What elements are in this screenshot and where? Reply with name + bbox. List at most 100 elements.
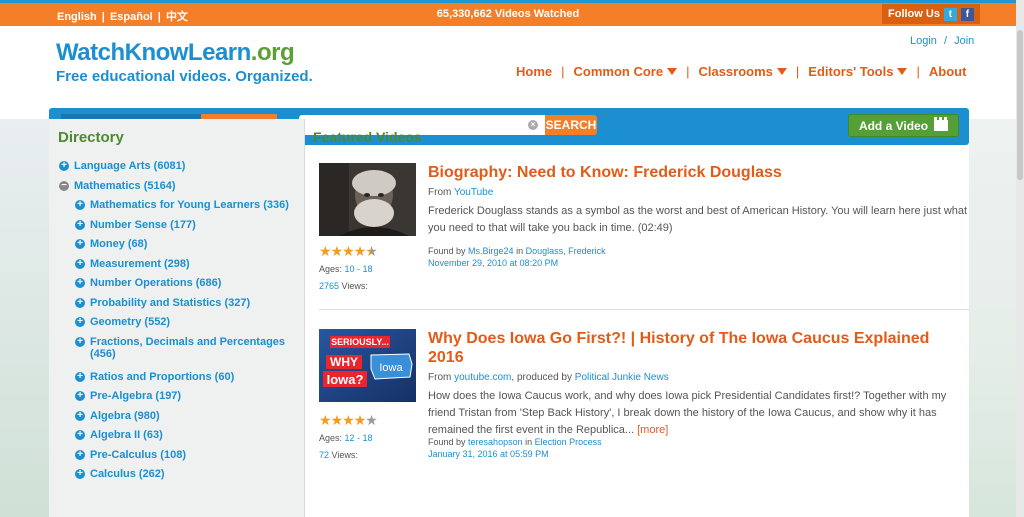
directory-item-math-young-learners[interactable]: + Mathematics for Young Learners (336) <box>59 199 299 219</box>
directory-item-probability-statistics[interactable]: + Probability and Statistics (327) <box>59 297 299 317</box>
producer-link[interactable]: Political Junkie News <box>575 372 669 383</box>
nav-separator: | <box>686 64 690 79</box>
expand-plus-icon[interactable]: + <box>75 219 85 230</box>
video-description-text: How does the Iowa Caucus work, and why d… <box>428 390 947 436</box>
star-icon: ★ <box>342 412 355 428</box>
category-link[interactable]: Election Process <box>535 437 602 447</box>
expand-plus-icon[interactable]: + <box>75 410 85 421</box>
in-label: in <box>525 437 533 447</box>
directory-item-label[interactable]: Language Arts (6081) <box>74 160 185 172</box>
found-by-user-link[interactable]: teresahopson <box>468 437 523 447</box>
directory-item-pre-algebra[interactable]: + Pre-Algebra (197) <box>59 390 299 410</box>
directory-item-number-operations[interactable]: + Number Operations (686) <box>59 277 299 297</box>
logo-org: .org <box>250 39 295 66</box>
found-by-label: Found by <box>428 437 466 447</box>
thumb-text-iowa: Iowa? <box>327 372 364 387</box>
directory-item-money[interactable]: + Money (68) <box>59 238 299 258</box>
directory-item-calculus[interactable]: + Calculus (262) <box>59 468 299 488</box>
source-link[interactable]: YouTube <box>454 187 493 198</box>
expand-plus-icon[interactable]: + <box>75 449 85 460</box>
expand-plus-icon[interactable]: + <box>75 258 85 269</box>
video-title-link[interactable]: Why Does Iowa Go First?! | History of Th… <box>428 329 968 367</box>
directory-item-label[interactable]: Geometry (552) <box>90 316 170 328</box>
nav-separator: | <box>795 64 800 79</box>
login-link[interactable]: Login <box>910 35 937 47</box>
video-divider <box>319 309 969 310</box>
video-thumbnail-douglass[interactable] <box>319 163 416 236</box>
directory-item-label[interactable]: Mathematics (5164) <box>74 180 176 192</box>
found-by-user-link[interactable]: Ms.Birge24 <box>468 246 514 256</box>
directory-item-label[interactable]: Calculus (262) <box>90 468 165 480</box>
page-scrollbar[interactable] <box>1016 0 1024 517</box>
twitter-icon[interactable]: t <box>943 7 957 21</box>
thumb-text-why: WHY <box>330 355 358 369</box>
site-logo[interactable]: WatchKnowLearn.org Free educational vide… <box>56 39 313 85</box>
video-description: How does the Iowa Caucus work, and why d… <box>428 388 968 439</box>
directory-item-label[interactable]: Pre-Algebra (197) <box>90 390 181 402</box>
nav-common-core[interactable]: Common Core <box>574 64 678 79</box>
nav-home[interactable]: Home <box>516 64 552 79</box>
video-views: 72 Views: <box>319 450 358 460</box>
nav-about[interactable]: About <box>929 64 967 79</box>
video-title-link[interactable]: Biography: Need to Know: Frederick Dougl… <box>428 163 968 182</box>
nav-separator: | <box>916 64 920 79</box>
ages-value[interactable]: 12 - 18 <box>345 433 373 443</box>
nav-classrooms[interactable]: Classrooms <box>698 64 787 79</box>
directory-item-ratios[interactable]: + Ratios and Proportions (60) <box>59 371 299 391</box>
directory-item-label[interactable]: Fractions, Decimals and Percentages (456… <box>90 336 299 360</box>
more-link[interactable]: [more] <box>637 424 668 436</box>
expand-plus-icon[interactable]: + <box>75 200 85 210</box>
nav-classrooms-label: Classrooms <box>698 64 773 79</box>
video-thumbnail-iowa[interactable]: SERIOUSLY... WHY Iowa? Iowa <box>319 329 416 402</box>
directory-item-fractions[interactable]: + Fractions, Decimals and Percentages (45… <box>59 336 299 371</box>
directory-item-label[interactable]: Ratios and Proportions (60) <box>90 371 234 383</box>
directory-item-label[interactable]: Algebra (980) <box>90 410 160 422</box>
expand-plus-icon[interactable]: + <box>75 371 85 382</box>
thumb-text-seriously: SERIOUSLY... <box>331 337 389 347</box>
nav-home-label: Home <box>516 64 553 79</box>
expand-plus-icon[interactable]: + <box>59 161 69 171</box>
star-icon: ★ <box>330 243 344 259</box>
expand-plus-icon[interactable]: + <box>75 317 85 327</box>
directory-item-algebra-ii[interactable]: + Algebra II (63) <box>59 429 299 449</box>
expand-plus-icon[interactable]: + <box>75 297 85 308</box>
ages-value[interactable]: 10 - 18 <box>345 264 373 274</box>
category-link[interactable]: Douglass, Frederick <box>526 246 606 256</box>
scrollbar-thumb[interactable] <box>1017 30 1023 180</box>
directory-item-number-sense[interactable]: + Number Sense (177) <box>59 219 299 239</box>
views-count: 72 <box>319 450 330 460</box>
facebook-icon[interactable]: f <box>960 7 974 21</box>
directory-item-geometry[interactable]: + Geometry (552) <box>59 316 299 336</box>
expand-plus-icon[interactable]: + <box>75 278 85 288</box>
logo-text: WatchKnowLearn <box>56 39 251 66</box>
directory-item-label[interactable]: Number Operations (686) <box>90 277 221 289</box>
expand-plus-icon[interactable]: + <box>75 336 85 347</box>
expand-plus-icon[interactable]: + <box>75 469 85 479</box>
directory-item-label[interactable]: Mathematics for Young Learners (336) <box>90 199 289 211</box>
directory-item-pre-calculus[interactable]: + Pre-Calculus (108) <box>59 449 299 469</box>
directory-item-algebra[interactable]: + Algebra (980) <box>59 410 299 430</box>
source-link[interactable]: youtube.com <box>454 372 511 383</box>
directory-item-label[interactable]: Measurement (298) <box>90 258 190 270</box>
directory-item-label[interactable]: Number Sense (177) <box>90 219 196 231</box>
directory-item-language-arts[interactable]: + Language Arts (6081) <box>59 160 299 180</box>
star-icon: ★ <box>353 412 367 428</box>
nav-editors-tools[interactable]: Editors' Tools <box>808 64 908 79</box>
directory-item-label[interactable]: Probability and Statistics (327) <box>90 297 250 309</box>
expand-plus-icon[interactable]: + <box>75 391 85 401</box>
top-bar: English | Español | 中文 65,330,662 Videos… <box>0 0 1016 26</box>
found-by-info: Found by Ms.Birge24 in Douglass, Frederi… <box>428 245 606 269</box>
directory-item-measurement[interactable]: + Measurement (298) <box>59 258 299 278</box>
directory-item-label[interactable]: Algebra II (63) <box>90 429 163 441</box>
from-label: From <box>428 372 452 383</box>
collapse-minus-icon[interactable]: − <box>59 180 69 191</box>
join-link[interactable]: Join <box>954 35 974 47</box>
star-icon: ★ <box>342 243 355 259</box>
directory-item-mathematics[interactable]: − Mathematics (5164) <box>59 180 299 200</box>
expand-plus-icon[interactable]: + <box>75 430 85 440</box>
nav-about-label: About <box>928 64 967 79</box>
star-icon: ★ <box>365 243 378 259</box>
expand-plus-icon[interactable]: + <box>75 239 85 249</box>
directory-item-label[interactable]: Money (68) <box>90 238 147 250</box>
directory-item-label[interactable]: Pre-Calculus (108) <box>90 449 186 461</box>
